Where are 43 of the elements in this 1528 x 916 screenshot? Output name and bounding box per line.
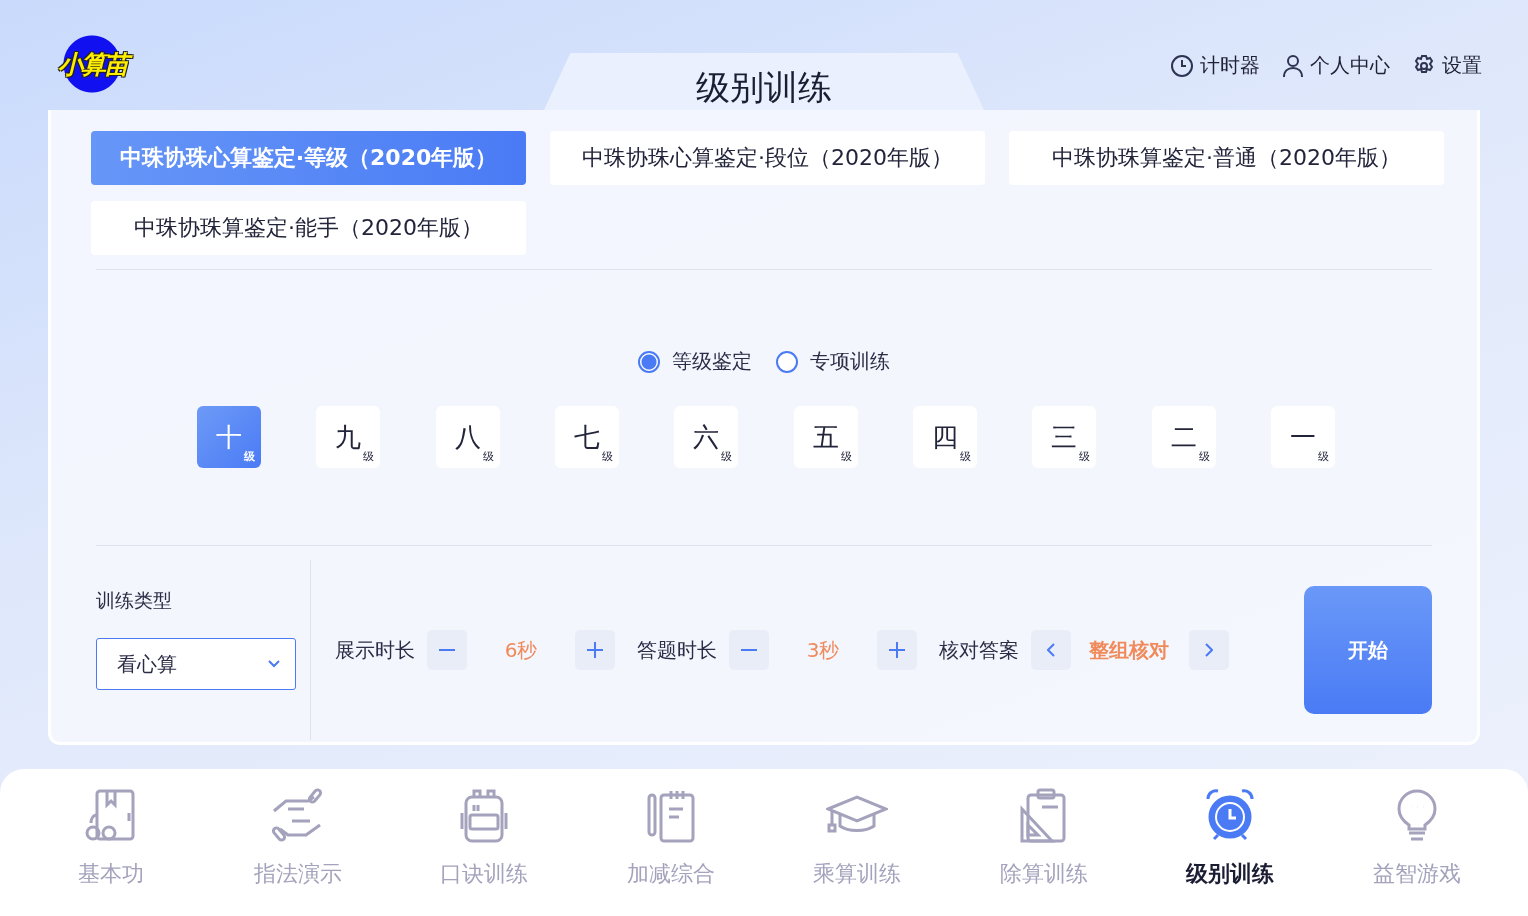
radio-button[interactable] [776,350,798,373]
level-button[interactable]: 八 级 [435,406,500,468]
top-link[interactable]: 个人中心 [1282,52,1390,79]
increase-button[interactable] [877,630,917,670]
category-tab[interactable]: 中珠协珠算鉴定·普通（2020年版） [1009,131,1444,185]
level-button[interactable]: 九 级 [316,406,381,468]
top-link[interactable]: 计时器 [1170,52,1260,79]
level-button[interactable]: 一 级 [1270,406,1335,468]
field-label: 训练类型 [96,588,173,613]
minus-icon [439,649,455,651]
plus-icon [587,642,603,658]
minus-icon [741,649,757,651]
next-button[interactable] [1189,630,1229,670]
level-button[interactable]: 二 级 [1151,406,1216,468]
level-button[interactable]: 七 级 [555,406,619,468]
page-title: 级别训练 [544,53,984,110]
plus-icon [889,642,905,658]
setting-label: 核对答案 [939,636,1019,664]
setting-value: 3秒 [805,636,841,664]
top-link[interactable]: 设置 [1412,52,1482,79]
radio-label: 等级鉴定 [672,348,752,375]
setting-label: 答题时长 [637,636,717,664]
setting-value: 整组核对 [1088,636,1170,664]
training-type-dropdown[interactable]: 看心算 [96,638,296,690]
level-button[interactable]: 三 级 [1032,406,1097,468]
increase-button[interactable] [575,630,615,670]
radio-button[interactable] [638,350,660,373]
nav-item[interactable]: 级别训练 [1155,769,1306,916]
setting-label: 展示时长 [335,636,415,664]
level-button[interactable]: 十 级 [197,406,261,468]
previous-button[interactable] [1031,630,1071,670]
chevron-right-icon [1205,643,1213,657]
setting-value: 6秒 [503,636,539,664]
level-button[interactable]: 五 级 [793,406,858,468]
category-tab[interactable]: 中珠协珠算鉴定·能手（2020年版） [91,201,526,255]
caret-icon [267,659,281,669]
level-button[interactable]: 六 级 [674,406,739,468]
category-tab[interactable]: 中珠协珠心算鉴定·段位（2020年版） [550,131,985,185]
level-button[interactable]: 四 级 [912,406,977,468]
clock-icon [1170,53,1194,78]
chevron-left-icon [1047,643,1055,657]
radio-label: 专项训练 [810,348,890,375]
user-icon [1282,53,1304,78]
